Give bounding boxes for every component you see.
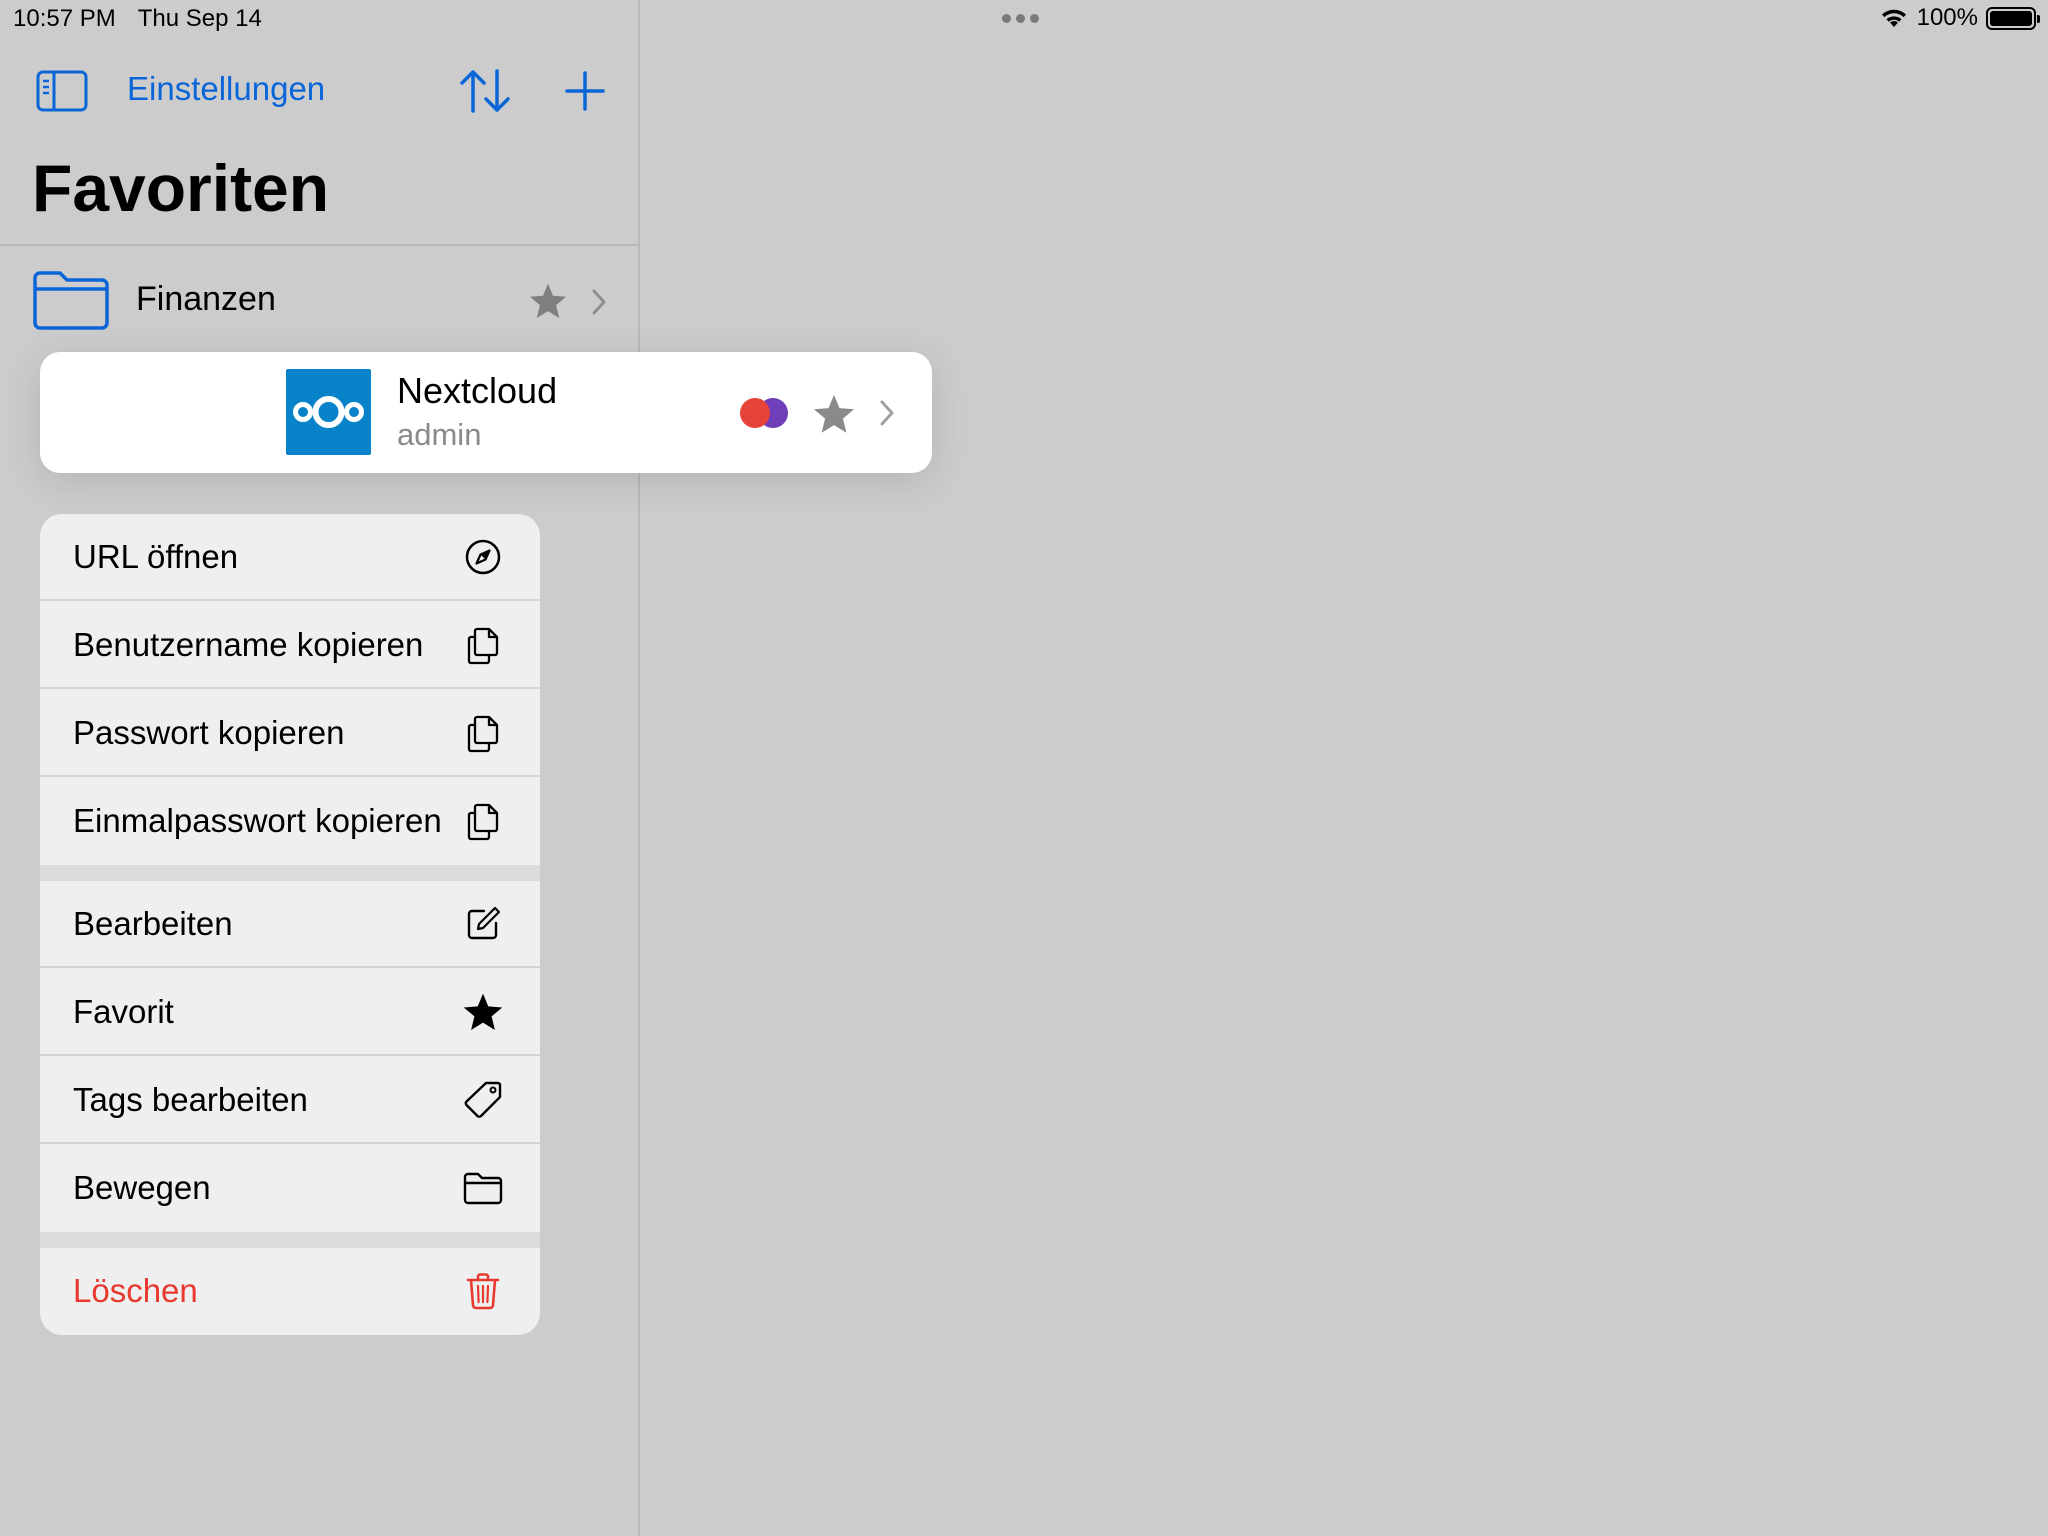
menu-item-label: Löschen	[73, 1272, 198, 1309]
menu-item-label: Favorit	[73, 993, 174, 1030]
menu-item-edit-tags[interactable]: Tags bearbeiten	[40, 1057, 540, 1144]
menu-item-copy-otp[interactable]: Einmalpasswort kopieren	[40, 778, 540, 865]
tag-icon	[464, 1081, 502, 1118]
menu-item-label: Benutzername kopieren	[73, 626, 424, 663]
compass-icon	[465, 539, 501, 575]
chevron-right-icon	[592, 289, 606, 315]
folder-name: Finanzen	[136, 280, 276, 318]
tag-color-dots	[740, 398, 794, 430]
edit-icon	[467, 906, 501, 940]
copy-icon	[467, 803, 499, 841]
trash-icon	[466, 1273, 500, 1310]
battery-percent: 100%	[1916, 4, 1978, 31]
entry-preview-card[interactable]: Nextcloud admin	[40, 352, 932, 473]
menu-item-label: Einmalpasswort kopieren	[73, 802, 442, 839]
menu-group-separator	[40, 865, 540, 881]
menu-item-copy-username[interactable]: Benutzername kopieren	[40, 602, 540, 689]
star-icon	[463, 993, 503, 1031]
entry-title: Nextcloud	[397, 370, 558, 411]
sidebar-toggle-icon[interactable]	[36, 70, 88, 112]
menu-item-label: Tags bearbeiten	[73, 1081, 308, 1118]
menu-item-copy-password[interactable]: Passwort kopieren	[40, 690, 540, 777]
status-right: 100%	[1879, 4, 2040, 32]
menu-item-edit[interactable]: Bearbeiten	[40, 881, 540, 968]
star-icon[interactable]	[528, 282, 568, 320]
copy-icon	[467, 627, 499, 665]
wifi-icon	[1881, 9, 1906, 27]
entry-username: admin	[397, 417, 482, 452]
menu-item-move[interactable]: Bewegen	[40, 1145, 540, 1232]
settings-button[interactable]: Einstellungen	[127, 70, 325, 108]
menu-item-label: URL öffnen	[73, 538, 239, 575]
context-menu: URL öffnen Benutzername kopieren Passwor…	[40, 514, 540, 1335]
menu-item-label: Passwort kopieren	[73, 714, 345, 751]
folder-row-finanzen[interactable]: Finanzen	[0, 258, 640, 342]
page-title: Favoriten	[32, 151, 330, 225]
sort-icon[interactable]	[458, 68, 512, 114]
plus-icon[interactable]	[564, 70, 606, 112]
menu-item-favorite[interactable]: Favorit	[40, 969, 540, 1056]
multitasking-dots[interactable]	[1002, 14, 1039, 23]
menu-group-separator	[40, 1232, 540, 1248]
nextcloud-logo	[286, 369, 371, 455]
battery-icon	[1986, 6, 2040, 30]
menu-item-open-url[interactable]: URL öffnen	[40, 514, 540, 601]
copy-icon	[467, 715, 499, 753]
folder-icon	[463, 1172, 503, 1205]
menu-item-delete[interactable]: Löschen	[40, 1248, 540, 1335]
title-divider	[0, 244, 640, 246]
menu-item-label: Bewegen	[73, 1169, 211, 1206]
tag-dot-red	[740, 398, 770, 428]
folder-icon	[33, 271, 109, 330]
star-icon[interactable]	[812, 393, 856, 435]
chevron-right-icon	[880, 400, 894, 426]
menu-item-label: Bearbeiten	[73, 905, 233, 942]
